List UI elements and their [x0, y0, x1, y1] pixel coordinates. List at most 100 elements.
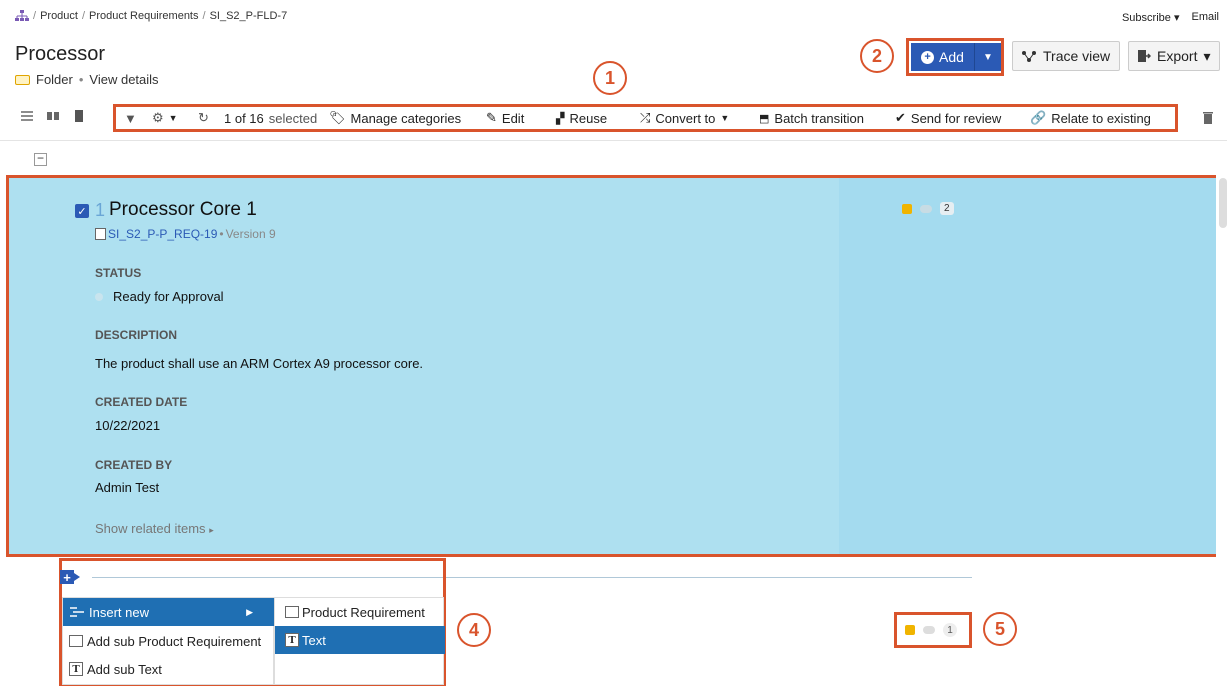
email-link[interactable]: Email: [1191, 11, 1219, 24]
count-badge[interactable]: 1: [943, 623, 957, 637]
text-icon: T: [285, 633, 299, 647]
pencil-icon: ✎: [486, 110, 497, 125]
scrollbar[interactable]: [1219, 178, 1227, 228]
status-value-row[interactable]: Ready for Approval: [95, 289, 224, 304]
filter-button[interactable]: ▼: [124, 111, 152, 126]
status-value: Ready for Approval: [113, 289, 224, 304]
relate-to-existing-button[interactable]: 🔗 Relate to existing: [1030, 110, 1151, 126]
add-dropdown-toggle[interactable]: ▼: [975, 43, 1001, 71]
add-button[interactable]: + Add: [911, 43, 975, 71]
filter-icon: ▼: [124, 110, 137, 126]
header-links: Subscribe ▾ Email: [1122, 11, 1219, 24]
add-sub-requirement-label: Add sub Product Requirement: [87, 633, 262, 649]
caret-down-icon: ▼: [983, 51, 993, 63]
export-label: Export: [1157, 48, 1198, 64]
selected-item-card[interactable]: ✓ 1 Processor Core 1 SI_S2_P-P_REQ-19 • …: [6, 175, 1216, 557]
callout-4: 4: [457, 613, 491, 647]
breadcrumb-item-product-requirements[interactable]: Product Requirements: [89, 10, 198, 22]
insert-icon: [70, 607, 84, 617]
collapse-all-button[interactable]: −: [34, 152, 47, 166]
add-label: Add: [939, 49, 964, 65]
batch-transition-button[interactable]: ⬒ Batch transition: [759, 111, 895, 126]
selected-count-value: 1 of 16: [224, 110, 264, 126]
item-checkbox[interactable]: ✓: [75, 204, 89, 218]
callout-1: 1: [593, 61, 627, 95]
menu-item-add-sub-requirement[interactable]: Add sub Product Requirement: [63, 627, 275, 655]
caret-down-icon: ▼: [720, 113, 730, 123]
menu-item-add-sub-text[interactable]: T Add sub Text: [63, 655, 275, 683]
page-type-label: Folder: [36, 72, 73, 87]
list-view-icon[interactable]: [20, 110, 34, 122]
refresh-icon: ↻: [198, 110, 209, 125]
description-value[interactable]: The product shall use an ARM Cortex A9 p…: [95, 356, 423, 371]
export-button[interactable]: Export ▾: [1128, 41, 1220, 71]
tag-icon: 🏷: [329, 110, 346, 125]
insert-plus-icon[interactable]: +: [60, 570, 74, 585]
created-date-label: CREATED DATE: [95, 395, 188, 409]
trace-view-button[interactable]: Trace view: [1012, 41, 1120, 71]
status-label: STATUS: [95, 266, 142, 280]
convert-to-menu[interactable]: ⤮ Convert to ▼: [640, 110, 759, 126]
status-dot-icon: [95, 292, 103, 301]
product-requirement-label: Product Requirement: [302, 604, 425, 620]
lock-icon[interactable]: [905, 625, 915, 635]
view-details-link[interactable]: View details: [89, 72, 158, 87]
trash-icon[interactable]: [1202, 111, 1214, 124]
text-icon: T: [69, 662, 83, 676]
dot-separator: •: [78, 72, 84, 87]
callout-5: 5: [983, 612, 1017, 646]
shuffle-icon: ⤮: [640, 110, 651, 125]
item-title[interactable]: Processor Core 1: [109, 199, 257, 221]
batch-transition-label: Batch transition: [774, 110, 865, 126]
comment-icon[interactable]: [920, 204, 932, 213]
subscribe-menu[interactable]: Subscribe ▾: [1122, 11, 1180, 24]
page-title: Processor: [15, 43, 106, 65]
lock-icon[interactable]: [902, 203, 912, 214]
breadcrumb-item-current: SI_S2_P-FLD-7: [209, 10, 288, 22]
item-id-line: SI_S2_P-P_REQ-19 • Version 9: [95, 227, 276, 241]
created-by-label: CREATED BY: [95, 458, 173, 472]
gear-icon: ⚙: [152, 110, 164, 125]
send-for-review-button[interactable]: ✔ Send for review: [895, 110, 1030, 126]
edit-label: Edit: [501, 110, 525, 126]
reuse-button[interactable]: ▞ Reuse: [556, 111, 640, 126]
plus-circle-icon: +: [921, 50, 935, 64]
subscribe-label: Subscribe: [1121, 12, 1171, 24]
item-id-link[interactable]: SI_S2_P-P_REQ-19: [108, 227, 217, 241]
item-meta: 2: [902, 202, 954, 215]
insert-new-label: Insert new: [89, 604, 149, 620]
batch-icon: ⬒: [759, 112, 770, 125]
item-version: Version 9: [225, 227, 276, 241]
breadcrumb-item-product[interactable]: Product: [40, 10, 78, 22]
toolbar-divider: [0, 140, 1227, 141]
manage-categories-button[interactable]: 🏷 Manage categories: [329, 110, 486, 126]
edit-button[interactable]: ✎ Edit: [486, 110, 556, 126]
page-subline: Folder • View details: [15, 72, 159, 87]
card-shade: [839, 178, 1216, 554]
add-button-group: + Add ▼: [906, 38, 1004, 76]
export-icon: [1138, 50, 1151, 62]
show-related-label: Show related items: [95, 521, 206, 536]
relate-to-existing-label: Relate to existing: [1051, 110, 1151, 126]
next-item-meta: 1: [894, 612, 972, 648]
comment-icon[interactable]: [923, 626, 935, 634]
selected-suffix: selected: [268, 110, 318, 126]
created-date-value: 10/22/2021: [95, 418, 161, 433]
comment-count-badge[interactable]: 2: [940, 202, 954, 215]
settings-menu[interactable]: ⚙ ▼: [152, 110, 198, 126]
hierarchy-icon[interactable]: [15, 10, 29, 22]
requirement-icon: [285, 606, 299, 618]
view-toggles: [20, 110, 86, 122]
caret-down-icon: ▾: [1203, 47, 1211, 64]
submenu-item-product-requirement[interactable]: Product Requirement: [275, 598, 445, 626]
show-related-items-link[interactable]: Show related items ▸: [95, 521, 214, 536]
columns-view-icon[interactable]: [46, 110, 60, 122]
selection-count: 1 of 16 selected: [224, 111, 329, 126]
folder-icon: [15, 74, 30, 85]
item-number: 1: [95, 200, 106, 220]
requirement-icon: [95, 228, 106, 240]
refresh-button[interactable]: ↻: [198, 110, 224, 126]
document-view-icon[interactable]: [72, 110, 86, 122]
menu-item-insert-new[interactable]: Insert new ▶: [63, 598, 275, 626]
submenu-item-text[interactable]: T Text: [275, 626, 445, 654]
